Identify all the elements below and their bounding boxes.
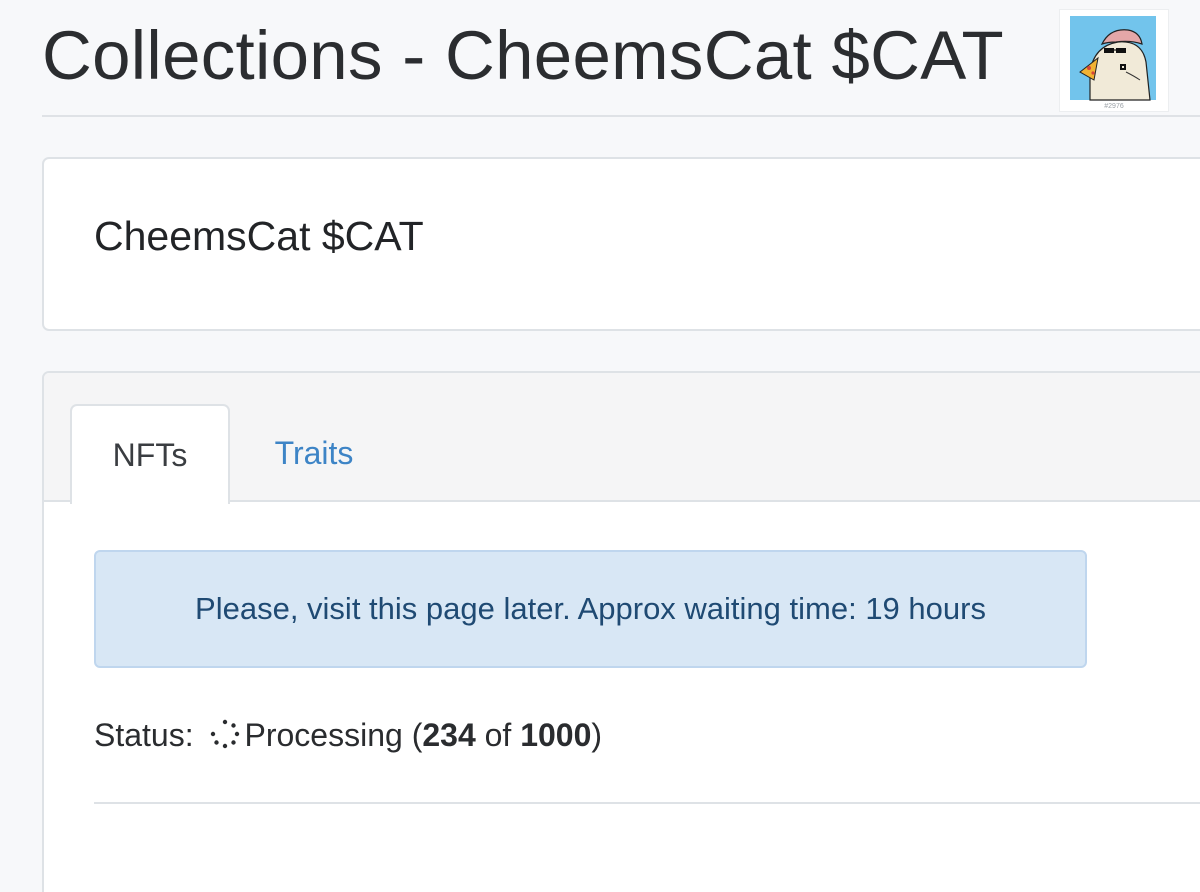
cheems-cat-avatar-icon	[1070, 16, 1156, 101]
collection-info-card: CheemsCat $CAT	[42, 157, 1200, 331]
tab-nfts[interactable]: NFTs	[70, 404, 230, 504]
page: Collections - CheemsCat $CAT #2976 Cheem…	[0, 0, 1200, 892]
divider	[94, 802, 1200, 804]
spinner-icon	[210, 719, 239, 749]
info-alert: Please, visit this page later. Approx wa…	[94, 550, 1087, 668]
tab-bar: NFTs Traits	[44, 373, 1200, 504]
status-state: Processing	[244, 717, 403, 753]
status-label: Status:	[94, 717, 194, 753]
page-header: Collections - CheemsCat $CAT #2976	[42, 0, 1200, 117]
status-of-word: of	[484, 717, 512, 753]
page-title: Collections - CheemsCat $CAT	[42, 17, 1004, 94]
status-processed-count: 234	[422, 717, 476, 753]
tab-traits[interactable]: Traits	[234, 404, 394, 502]
collection-avatar: #2976	[1059, 9, 1169, 112]
collection-tabs-card: NFTs Traits Please, visit this page late…	[42, 371, 1200, 892]
status-line: Status: Processing (234 of 1000)	[94, 717, 603, 753]
avatar-caption: #2976	[1104, 103, 1124, 110]
collection-name: CheemsCat $CAT	[94, 213, 424, 259]
status-total-count: 1000	[520, 717, 592, 753]
